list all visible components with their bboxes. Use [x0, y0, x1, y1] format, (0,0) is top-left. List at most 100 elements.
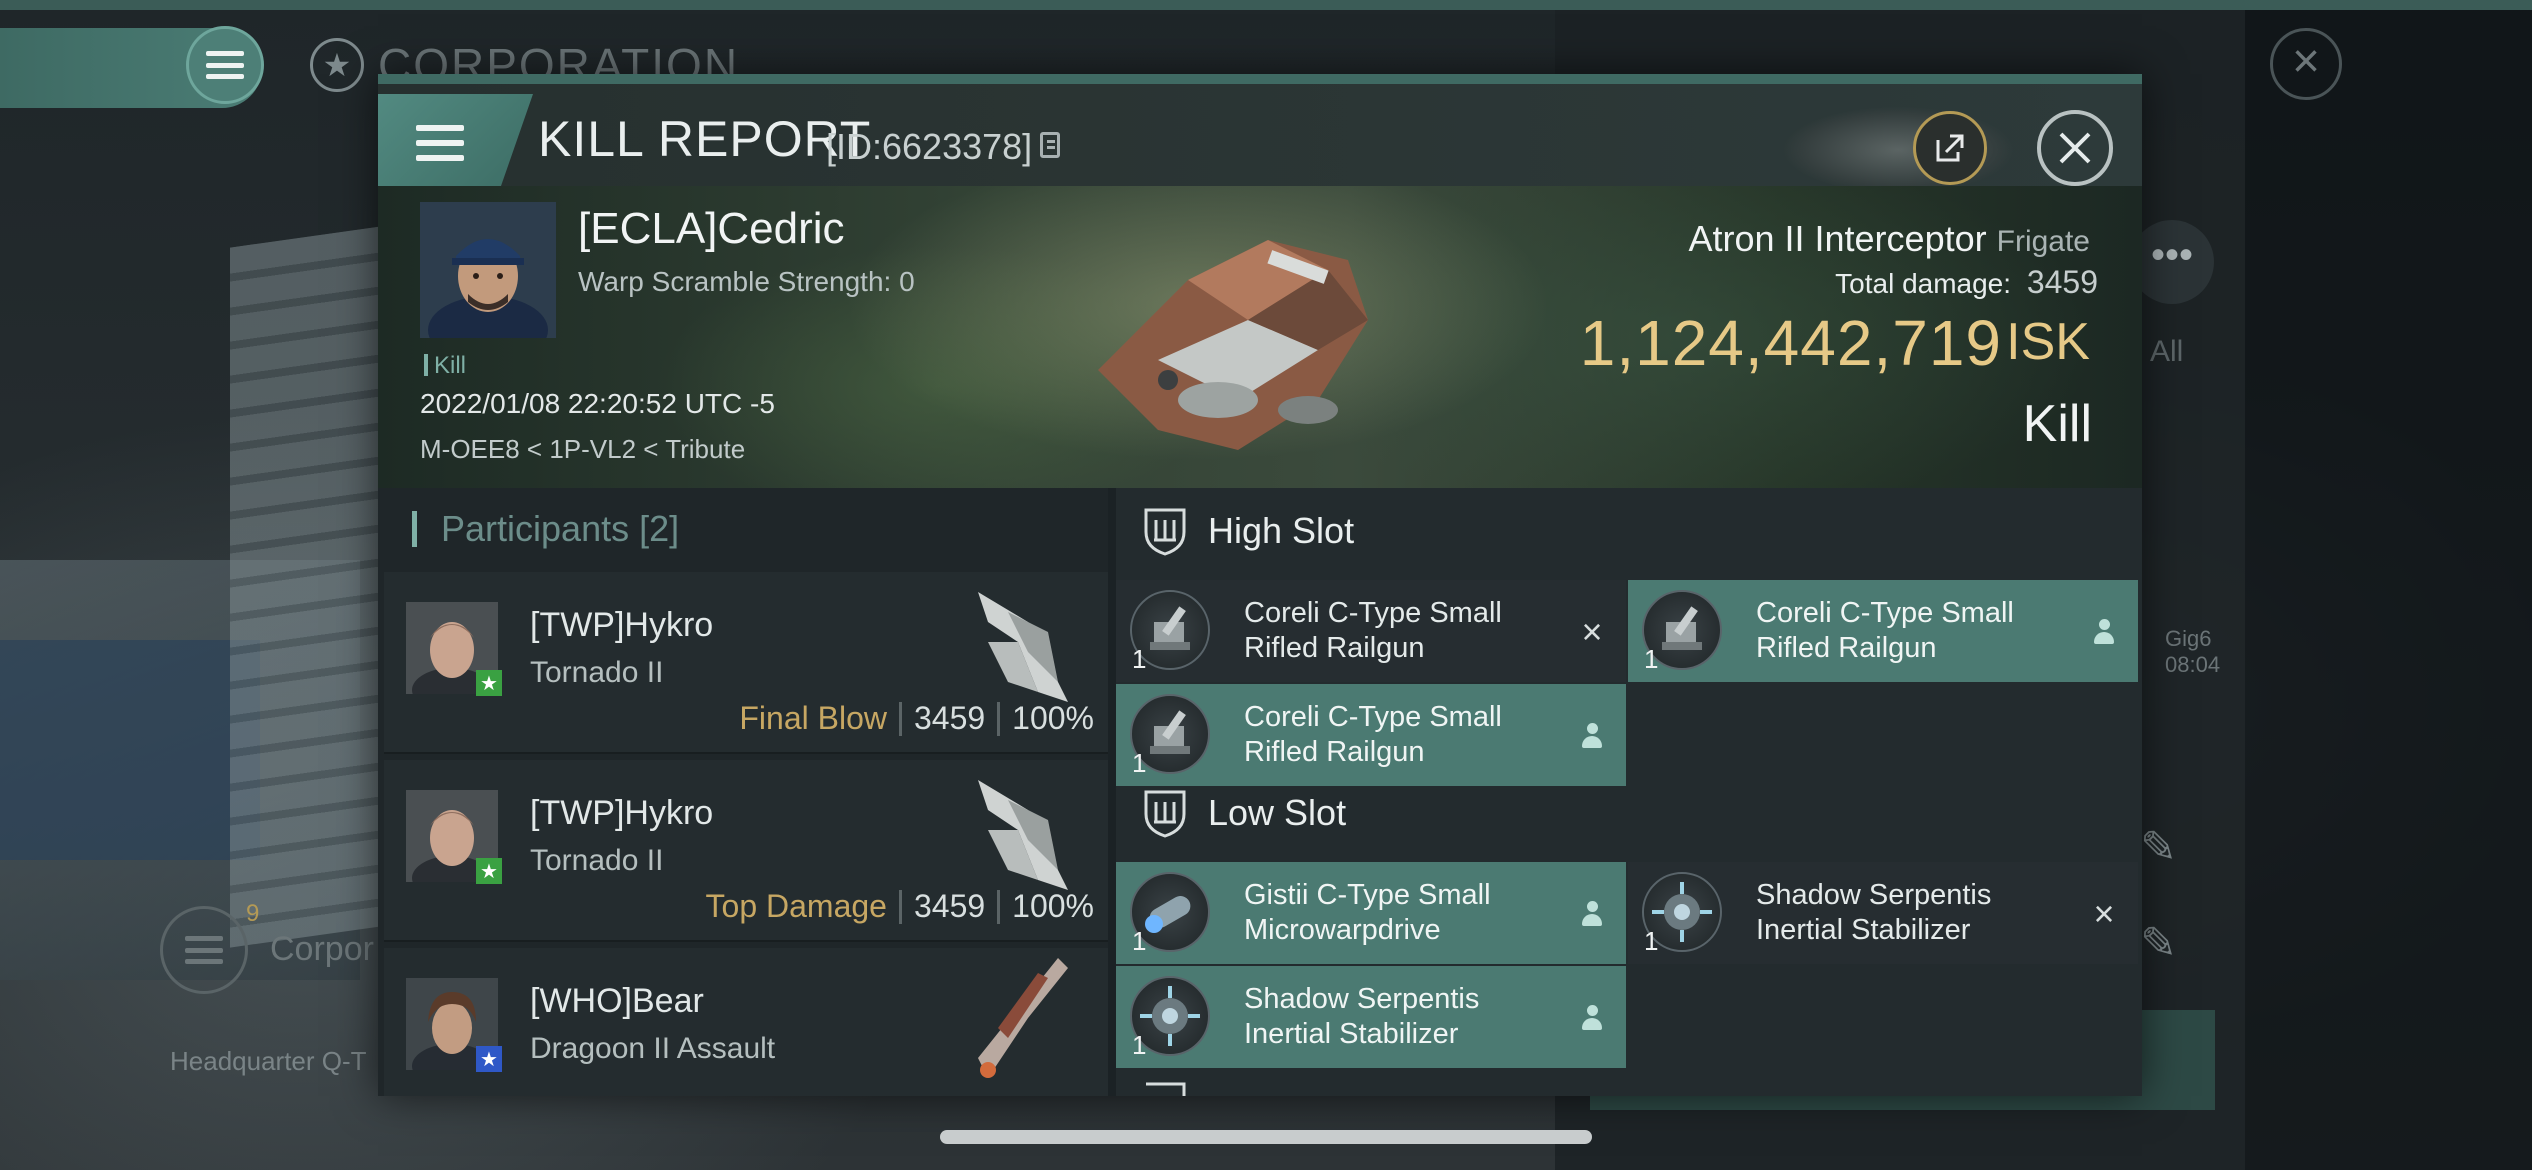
module-name: Coreli C-Type Small Rifled Railgun — [1244, 596, 1502, 666]
participant-badge-icon: ★ — [476, 1046, 502, 1072]
module-name: Coreli C-Type Small Rifled Railgun — [1244, 700, 1502, 770]
corporation-label: Corpor — [270, 930, 374, 968]
victim-name[interactable]: [ECLA]Cedric — [578, 204, 845, 254]
kill-location[interactable]: M-OEE8 < 1P-VL2 < Tribute — [420, 434, 745, 465]
hamburger-icon — [206, 51, 244, 79]
participant-percent: 100% — [1012, 700, 1094, 736]
corporation-menu-button[interactable] — [160, 906, 248, 994]
module-item[interactable]: 1 Shadow Serpentis Inertial Stabilizer — [1116, 966, 1626, 1068]
edit-icon[interactable]: ✎ — [2140, 822, 2188, 872]
destroyed-icon: × — [1581, 611, 1603, 652]
module-quantity: 1 — [1132, 926, 1147, 956]
module-name: Coreli C-Type Small Rifled Railgun — [1756, 596, 2014, 666]
victim-ship[interactable]: Atron II Interceptor Frigate — [1688, 218, 2090, 260]
victim-ship-image — [1098, 240, 1368, 450]
stat-divider — [898, 701, 902, 736]
header-planet-art — [1748, 90, 2048, 200]
destroyed-icon: × — [2093, 893, 2115, 934]
low-slot-icon — [1144, 790, 1186, 838]
total-damage-label: Total damage: — [1835, 268, 2012, 299]
participant-ship-image — [978, 958, 1068, 1078]
module-item[interactable]: 1 Gistii C-Type Small Microwarpdrive — [1116, 862, 1626, 964]
participant-row[interactable]: ★ [WHO]Bear Dragoon II Assault — [384, 948, 1108, 1096]
participant-ship-image — [978, 780, 1068, 890]
high-slot-title: High Slot — [1208, 510, 1355, 551]
kill-report-menu-button[interactable] — [378, 94, 533, 192]
participant-badge-icon: ★ — [476, 858, 502, 884]
report-id: [ID:6623378] — [826, 126, 1033, 167]
participant-ship: Tornado II — [530, 656, 664, 689]
station-panel — [0, 640, 260, 860]
share-icon — [1936, 134, 1964, 162]
module-item[interactable]: 1 Coreli C-Type Small Rifled Railgun × — [1116, 580, 1626, 682]
next-slot-header — [1116, 1076, 2142, 1096]
module-name-line1: Shadow Serpentis — [1756, 879, 1992, 911]
participant-stats: Final Blow 3459 100% — [739, 700, 1094, 737]
module-item[interactable]: 1 Coreli C-Type Small Rifled Railgun — [1628, 580, 2138, 682]
copy-icon[interactable] — [1040, 132, 1060, 158]
dropped-icon — [1576, 1002, 1608, 1034]
victim-portrait[interactable] — [420, 202, 556, 338]
participants-header: Participants [2] — [412, 508, 679, 550]
share-button[interactable] — [1913, 111, 1987, 185]
participant-ship: Tornado II — [530, 844, 664, 877]
stat-divider — [997, 889, 1001, 924]
module-quantity: 1 — [1132, 644, 1147, 674]
filter-all-label[interactable]: All — [2150, 335, 2183, 369]
participant-percent: 100% — [1012, 888, 1094, 924]
fittings-panel: High Slot 1 Coreli C-Type Small Rifled R… — [1116, 488, 2142, 1096]
module-quantity: 1 — [1644, 926, 1659, 956]
participant-role: Top Damage — [705, 888, 887, 924]
module-name-line2: Inertial Stabilizer — [1756, 914, 1971, 946]
module-item[interactable]: 1 Shadow Serpentis Inertial Stabilizer × — [1628, 862, 2138, 964]
dropped-icon — [1576, 720, 1608, 752]
module-name: Gistii C-Type Small Microwarpdrive — [1244, 878, 1491, 948]
module-name-line2: Inertial Stabilizer — [1244, 1018, 1459, 1050]
participant-damage: 3459 — [913, 700, 986, 736]
low-slot-title: Low Slot — [1208, 792, 1347, 833]
participant-badge-icon: ★ — [476, 670, 502, 696]
close-icon — [2059, 132, 2091, 164]
kill-report-modal: KILL REPORT [ID:6623378] [ECLA]Cedric Wa… — [378, 74, 2142, 1096]
main-menu-button[interactable] — [186, 26, 264, 104]
participant-name: [WHO]Bear — [530, 982, 704, 1020]
low-slot-header: Low Slot — [1116, 770, 2142, 854]
top-strip — [0, 0, 2532, 10]
background-gig-info: Gig6 08:04 — [2165, 626, 2220, 678]
participant-row[interactable]: ★ [TWP]Hykro Tornado II Final Blow 3459 … — [384, 572, 1108, 754]
module-quantity: 1 — [1132, 1030, 1147, 1060]
slot-icon — [1146, 1082, 1186, 1096]
participant-role: Final Blow — [739, 700, 887, 736]
close-button[interactable] — [2037, 110, 2113, 186]
corporation-star-icon: ★ — [310, 38, 364, 92]
module-name-line1: Coreli C-Type Small — [1244, 597, 1502, 629]
background-close-button[interactable]: × — [2270, 28, 2342, 100]
participant-row[interactable]: ★ [TWP]Hykro Tornado II Top Damage 3459 … — [384, 760, 1108, 942]
dropped-icon — [2088, 616, 2120, 648]
module-name-line2: Rifled Railgun — [1244, 736, 1425, 768]
dropped-icon — [1576, 898, 1608, 930]
ship-class: Frigate — [1996, 225, 2090, 258]
home-indicator[interactable] — [940, 1130, 1592, 1144]
high-slot-header: High Slot — [1116, 488, 2142, 572]
participants-label: Participants — [441, 508, 630, 549]
hamburger-icon — [416, 125, 464, 161]
ship-name: Atron II Interceptor — [1688, 218, 1987, 259]
participants-panel: Participants [2] ★ [TWP]Hykro Tornado II — [378, 488, 1108, 1096]
module-name-line1: Gistii C-Type Small — [1244, 879, 1491, 911]
participant-name: [TWP]Hykro — [530, 606, 714, 644]
module-name-line1: Coreli C-Type Small — [1756, 597, 2014, 629]
participant-name: [TWP]Hykro — [530, 794, 714, 832]
background-side-panel-dark — [2245, 10, 2532, 1170]
hamburger-icon — [185, 936, 223, 964]
module-quantity: 1 — [1644, 644, 1659, 674]
result-label: Kill — [2022, 395, 2092, 453]
total-damage-value: 3459 — [2026, 264, 2098, 300]
isk-unit: ISK — [2006, 313, 2090, 371]
kill-datetime: 2022/01/08 22:20:52 UTC -5 — [420, 388, 775, 419]
more-options-button[interactable]: ••• — [2130, 220, 2214, 304]
participant-stats: Top Damage 3459 100% — [706, 888, 1094, 925]
warp-scramble-strength: Warp Scramble Strength: 0 — [578, 266, 915, 297]
participant-ship-image — [978, 592, 1068, 702]
edit-settings-icon[interactable]: ✎ — [2140, 918, 2188, 968]
